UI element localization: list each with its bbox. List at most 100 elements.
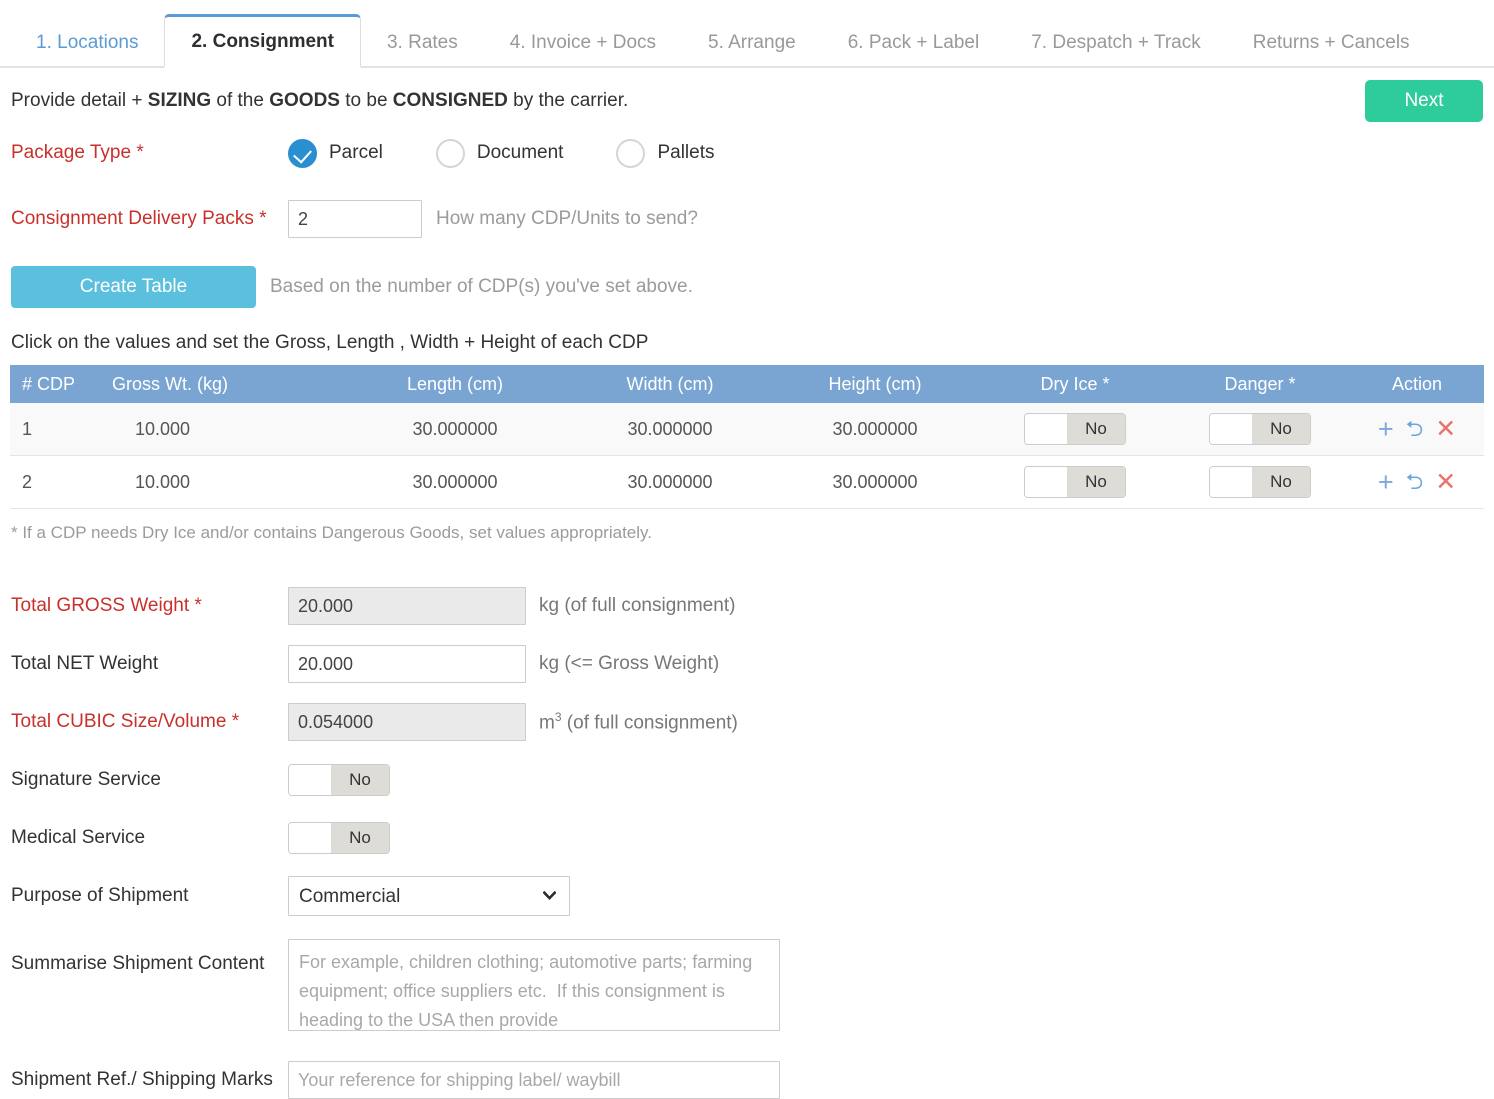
danger-toggle-state: No xyxy=(1252,467,1310,497)
danger-toggle[interactable]: No xyxy=(1209,413,1311,445)
signature-service-row: Signature Service No xyxy=(0,751,1494,809)
tab-despatch-track[interactable]: 7. Despatch + Track xyxy=(1005,18,1227,68)
medical-service-row: Medical Service No xyxy=(0,809,1494,867)
cell-cdp-number: 2 xyxy=(10,455,100,509)
col-header-width: Width (cm) xyxy=(570,365,770,403)
cell-length[interactable]: 30.000000 xyxy=(340,455,570,509)
dry-ice-toggle[interactable]: No xyxy=(1024,466,1126,498)
net-weight-input[interactable] xyxy=(288,645,526,683)
cdp-count-input[interactable] xyxy=(288,200,422,238)
cell-width[interactable]: 30.000000 xyxy=(570,403,770,456)
dry-ice-toggle[interactable]: No xyxy=(1024,413,1126,445)
cubic-volume-input xyxy=(288,703,526,741)
create-table-button[interactable]: Create Table xyxy=(11,266,256,308)
signature-service-toggle[interactable]: No xyxy=(288,764,390,796)
page-instruction: Provide detail + SIZING of the GOODS to … xyxy=(11,90,1494,112)
gross-weight-required-star: * xyxy=(194,595,202,616)
medical-service-toggle[interactable]: No xyxy=(288,822,390,854)
cell-length[interactable]: 30.000000 xyxy=(340,403,570,456)
lower-form: Total GROSS Weight * kg (of full consign… xyxy=(0,577,1494,1099)
cubic-unit-suffix: (of full consignment) xyxy=(561,712,738,734)
col-header-gross-weight: Gross Wt. (kg) xyxy=(100,365,340,403)
radio-option-parcel[interactable]: Parcel xyxy=(288,138,383,168)
medical-service-label: Medical Service xyxy=(11,827,146,848)
next-button[interactable]: Next xyxy=(1365,80,1483,122)
net-weight-label: Total NET Weight xyxy=(11,653,159,674)
reset-row-icon[interactable]: ⮌ xyxy=(1406,418,1424,440)
tab-locations[interactable]: 1. Locations xyxy=(10,18,164,68)
cubic-volume-row: Total CUBIC Size/Volume * m3 (of full co… xyxy=(0,693,1494,751)
cell-height[interactable]: 30.000000 xyxy=(770,455,980,509)
intro-bold-goods: GOODS xyxy=(269,90,340,111)
danger-toggle-state: No xyxy=(1252,414,1310,444)
tab-returns-cancels[interactable]: Returns + Cancels xyxy=(1227,18,1436,68)
gross-weight-input xyxy=(288,587,526,625)
row-actions: + ⮌ ✕ xyxy=(1350,468,1484,496)
net-weight-unit: kg (<= Gross Weight) xyxy=(539,653,720,674)
danger-toggle[interactable]: No xyxy=(1209,466,1311,498)
signature-service-label: Signature Service xyxy=(11,769,161,790)
cell-gross-weight[interactable]: 10.000 xyxy=(100,455,340,509)
dry-ice-toggle-state: No xyxy=(1067,414,1125,444)
cell-width[interactable]: 30.000000 xyxy=(570,455,770,509)
cdp-table-header-row: # CDP Gross Wt. (kg) Length (cm) Width (… xyxy=(10,365,1484,403)
col-header-cdp: # CDP xyxy=(10,365,100,403)
gross-weight-row: Total GROSS Weight * kg (of full consign… xyxy=(0,577,1494,635)
toggle-knob xyxy=(289,765,331,795)
toggle-knob xyxy=(1210,467,1252,497)
toggle-knob xyxy=(1210,414,1252,444)
radio-selected-icon[interactable] xyxy=(288,138,317,168)
radio-unselected-icon[interactable] xyxy=(616,138,646,168)
tab-consignment[interactable]: 2. Consignment xyxy=(164,14,361,68)
radio-unselected-icon[interactable] xyxy=(435,138,465,168)
tab-invoice-docs[interactable]: 4. Invoice + Docs xyxy=(484,18,682,68)
tab-rates[interactable]: 3. Rates xyxy=(361,18,484,68)
add-row-icon[interactable]: + xyxy=(1378,468,1394,496)
purpose-of-shipment-select[interactable]: Commercial xyxy=(288,876,570,916)
cdp-count-label-text: Consignment Delivery Packs xyxy=(11,208,254,229)
shipment-ref-input[interactable] xyxy=(288,1061,780,1099)
gross-weight-unit: kg (of full consignment) xyxy=(539,595,736,616)
delete-row-icon[interactable]: ✕ xyxy=(1435,469,1456,495)
table-row: 1 10.000 30.000000 30.000000 30.000000 N… xyxy=(10,403,1484,456)
cdp-table: # CDP Gross Wt. (kg) Length (cm) Width (… xyxy=(10,365,1484,509)
radio-label-pallets: Pallets xyxy=(657,142,715,163)
create-table-row: Create Table Based on the number of CDP(… xyxy=(0,266,1494,308)
tab-arrange[interactable]: 5. Arrange xyxy=(682,18,822,68)
radio-option-pallets[interactable]: Pallets xyxy=(616,138,715,168)
package-type-label: Package Type * xyxy=(11,142,288,164)
col-header-danger: Danger * xyxy=(1170,365,1350,403)
cell-gross-weight[interactable]: 10.000 xyxy=(100,403,340,456)
summarise-content-row: Summarise Shipment Content xyxy=(0,939,1494,1031)
wizard-tabbar: 1. Locations 2. Consignment 3. Rates 4. … xyxy=(0,0,1494,68)
table-row: 2 10.000 30.000000 30.000000 30.000000 N… xyxy=(10,455,1484,509)
toggle-knob xyxy=(289,823,331,853)
medical-service-toggle-state: No xyxy=(331,823,389,853)
reset-row-icon[interactable]: ⮌ xyxy=(1406,471,1424,493)
summarise-content-label: Summarise Shipment Content xyxy=(11,953,265,974)
cell-actions: + ⮌ ✕ xyxy=(1350,403,1484,456)
cell-actions: + ⮌ ✕ xyxy=(1350,455,1484,509)
cdp-table-body: 1 10.000 30.000000 30.000000 30.000000 N… xyxy=(10,403,1484,509)
toggle-knob xyxy=(1025,467,1067,497)
table-footnote: * If a CDP needs Dry Ice and/or contains… xyxy=(11,523,652,542)
col-header-height: Height (cm) xyxy=(770,365,980,403)
package-type-row: Package Type * Parcel Document Pallets xyxy=(0,130,1494,176)
summarise-content-textarea[interactable] xyxy=(288,939,780,1031)
cell-height[interactable]: 30.000000 xyxy=(770,403,980,456)
cdp-count-row: Consignment Delivery Packs * How many CD… xyxy=(0,196,1494,242)
cdp-table-head: # CDP Gross Wt. (kg) Length (cm) Width (… xyxy=(10,365,1484,403)
add-row-icon[interactable]: + xyxy=(1378,415,1394,443)
intro-part1: Provide detail + xyxy=(11,90,148,111)
cubic-unit-exponent: 3 xyxy=(554,709,562,724)
delete-row-icon[interactable]: ✕ xyxy=(1435,416,1456,442)
tab-list: 1. Locations 2. Consignment 3. Rates 4. … xyxy=(10,0,1494,68)
intro-part2: of the xyxy=(211,90,270,111)
cell-cdp-number: 1 xyxy=(10,403,100,456)
tab-pack-label[interactable]: 6. Pack + Label xyxy=(822,18,1006,68)
shipment-ref-label: Shipment Ref./ Shipping Marks xyxy=(11,1069,273,1090)
intro-part3: to be xyxy=(339,90,393,111)
radio-option-document[interactable]: Document xyxy=(435,138,563,168)
purpose-of-shipment-row: Purpose of Shipment Commercial xyxy=(0,867,1494,925)
signature-service-toggle-state: No xyxy=(331,765,389,795)
